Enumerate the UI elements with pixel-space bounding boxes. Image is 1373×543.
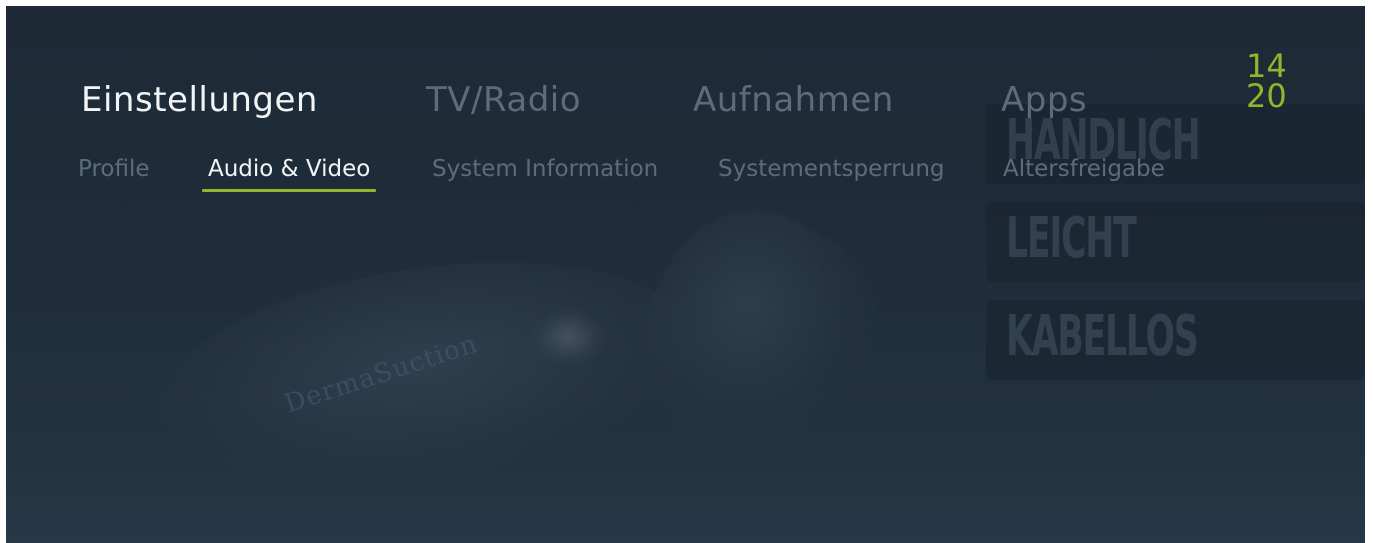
main-tab-aufnahmen[interactable]: Aufnahmen bbox=[693, 80, 894, 120]
background-floor bbox=[6, 446, 1365, 543]
sub-tab-profile[interactable]: Profile bbox=[78, 156, 150, 190]
background-panel-text: LEICHT bbox=[1006, 206, 1137, 271]
sub-tab-label: Altersfreigabe bbox=[1003, 156, 1165, 182]
sub-tab-audio-video[interactable]: Audio & Video bbox=[202, 156, 377, 192]
main-tab-einstellungen[interactable]: Einstellungen bbox=[81, 80, 318, 120]
tv-screen: DermaSuction HANDLICH LEICHT KABELLOS Ei… bbox=[6, 6, 1365, 543]
background-brand-text: DermaSuction bbox=[281, 328, 482, 420]
clock-minutes: 20 bbox=[1246, 77, 1287, 115]
sub-tab-systementsperrung[interactable]: Systementsperrung bbox=[718, 156, 945, 190]
background-device-knob bbox=[531, 308, 605, 366]
sub-tab-system-information[interactable]: System Information bbox=[432, 156, 658, 190]
sub-tab-altersfreigabe[interactable]: Altersfreigabe bbox=[1003, 156, 1165, 190]
active-tab-underline bbox=[202, 189, 377, 192]
main-tab-apps[interactable]: Apps bbox=[1001, 80, 1087, 120]
background-device bbox=[144, 231, 708, 515]
sub-tab-label: Systementsperrung bbox=[718, 156, 945, 182]
sub-tab-label: System Information bbox=[432, 156, 659, 182]
sub-tab-label: Profile bbox=[78, 156, 150, 182]
clock: 14 20 bbox=[1246, 50, 1306, 115]
background-panel: LEICHT bbox=[986, 202, 1365, 282]
background-device-arm bbox=[602, 178, 910, 494]
background-panel-text: KABELLOS bbox=[1006, 304, 1199, 369]
sub-tab-label: Audio & Video bbox=[208, 156, 371, 182]
background-panel: KABELLOS bbox=[986, 300, 1365, 380]
main-tab-tv-radio[interactable]: TV/Radio bbox=[426, 80, 581, 120]
